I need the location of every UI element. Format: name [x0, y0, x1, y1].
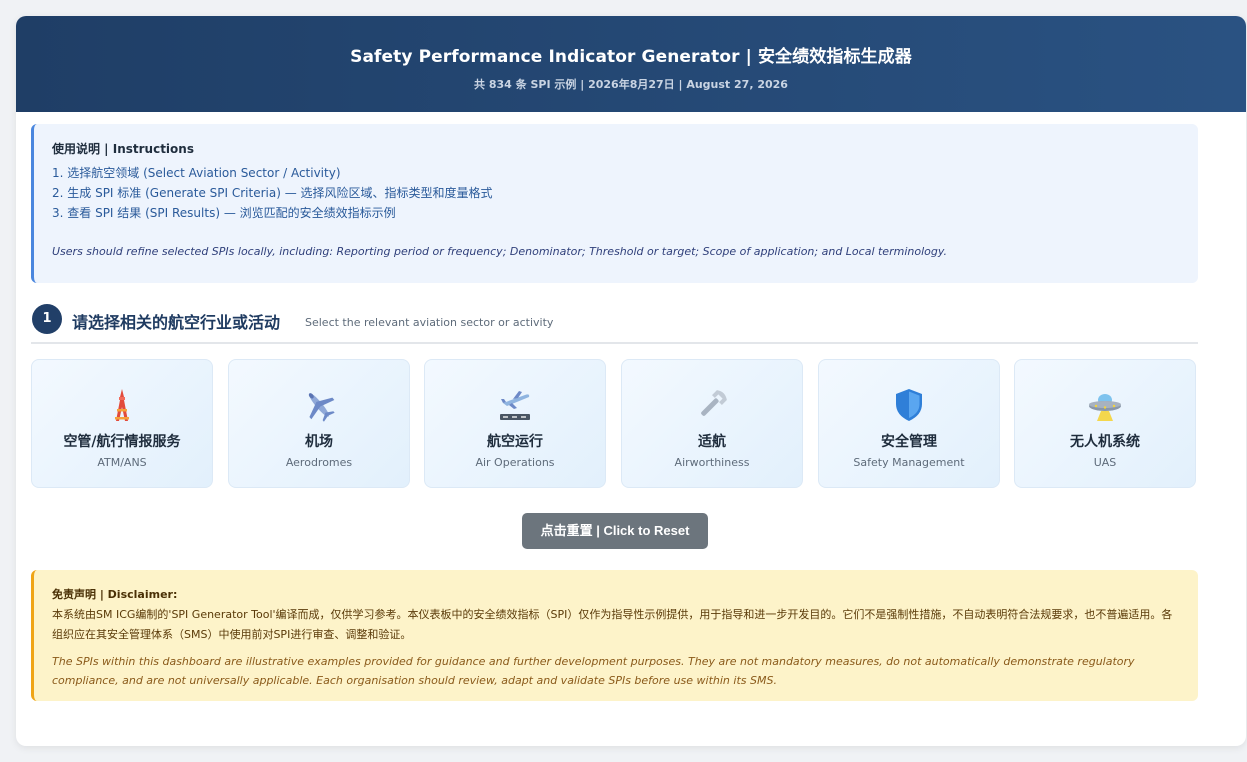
- shield-icon: [819, 387, 999, 423]
- step-number-badge: 1: [32, 304, 62, 334]
- instruction-step-3: 3. 查看 SPI 结果 (SPI Results) — 浏览匹配的安全绩效指标…: [52, 206, 396, 220]
- sector-label-cn: 航空运行: [487, 434, 543, 450]
- sector-card-atm-ans[interactable]: 空管/航行情报服务 ATM/ANS: [31, 359, 213, 488]
- section-title: 请选择相关的航空行业或活动: [72, 313, 281, 332]
- tower-icon: [32, 387, 212, 423]
- sector-label-en: Aerodromes: [285, 456, 353, 469]
- disclaimer-text-en: The SPIs within this dashboard are illus…: [52, 655, 1135, 687]
- instructions-note: Users should refine selected SPIs locall…: [52, 245, 947, 258]
- sector-grid: 空管/航行情报服务 ATM/ANS 机场 Aerodromes 航空运行 Air…: [31, 359, 1198, 489]
- sector-card-safety-management[interactable]: 安全管理 Safety Management: [818, 359, 1000, 488]
- disclaimer-text-cn: 本系统由SM ICG编制的'SPI Generator Tool'编译而成，仅供…: [52, 608, 1173, 641]
- instructions-title: 使用说明 | Instructions: [52, 142, 194, 156]
- page-title: Safety Performance Indicator Generator |…: [350, 47, 912, 67]
- reset-button[interactable]: 点击重置 | Click to Reset: [522, 513, 708, 549]
- sector-label-cn: 安全管理: [881, 434, 937, 450]
- sector-card-airworthiness[interactable]: 适航 Airworthiness: [621, 359, 803, 488]
- disclaimer-box: 免责声明 | Disclaimer: 本系统由SM ICG编制的'SPI Gen…: [31, 570, 1198, 701]
- sector-card-aerodromes[interactable]: 机场 Aerodromes: [228, 359, 410, 488]
- instruction-step-1: 1. 选择航空领域 (Select Aviation Sector / Acti…: [52, 166, 341, 180]
- page-subtitle: 共 834 条 SPI 示例 | 2026年8月27日 | August 27,…: [474, 78, 788, 91]
- page-header: Safety Performance Indicator Generator |…: [16, 16, 1246, 112]
- sector-label-cn: 机场: [305, 434, 333, 450]
- airplane-icon: [229, 387, 409, 423]
- airplane-runway-icon: [425, 387, 605, 423]
- disclaimer-title: 免责声明 | Disclaimer:: [52, 588, 178, 601]
- wrench-icon: [622, 387, 802, 423]
- section-subtitle: Select the relevant aviation sector or a…: [305, 316, 554, 329]
- sector-label-en: Airworthiness: [674, 456, 750, 469]
- sector-label-cn: 无人机系统: [1070, 434, 1140, 450]
- instruction-step-2: 2. 生成 SPI 标准 (Generate SPI Criteria) — 选…: [52, 186, 493, 200]
- sector-label-en: Safety Management: [853, 456, 965, 469]
- ufo-icon: [1015, 387, 1195, 423]
- sector-card-uas[interactable]: 无人机系统 UAS: [1014, 359, 1196, 488]
- sector-label-en: ATM/ANS: [97, 456, 147, 469]
- sector-card-air-operations[interactable]: 航空运行 Air Operations: [424, 359, 606, 488]
- sector-label-en: Air Operations: [475, 456, 555, 469]
- sector-label-en: UAS: [1093, 456, 1117, 469]
- sector-label-cn: 适航: [698, 434, 726, 450]
- sector-section-header: 1 请选择相关的航空行业或活动 Select the relevant avia…: [31, 304, 1198, 344]
- instructions-box: 使用说明 | Instructions 1. 选择航空领域 (Select Av…: [31, 124, 1198, 283]
- sector-label-cn: 空管/航行情报服务: [63, 434, 181, 450]
